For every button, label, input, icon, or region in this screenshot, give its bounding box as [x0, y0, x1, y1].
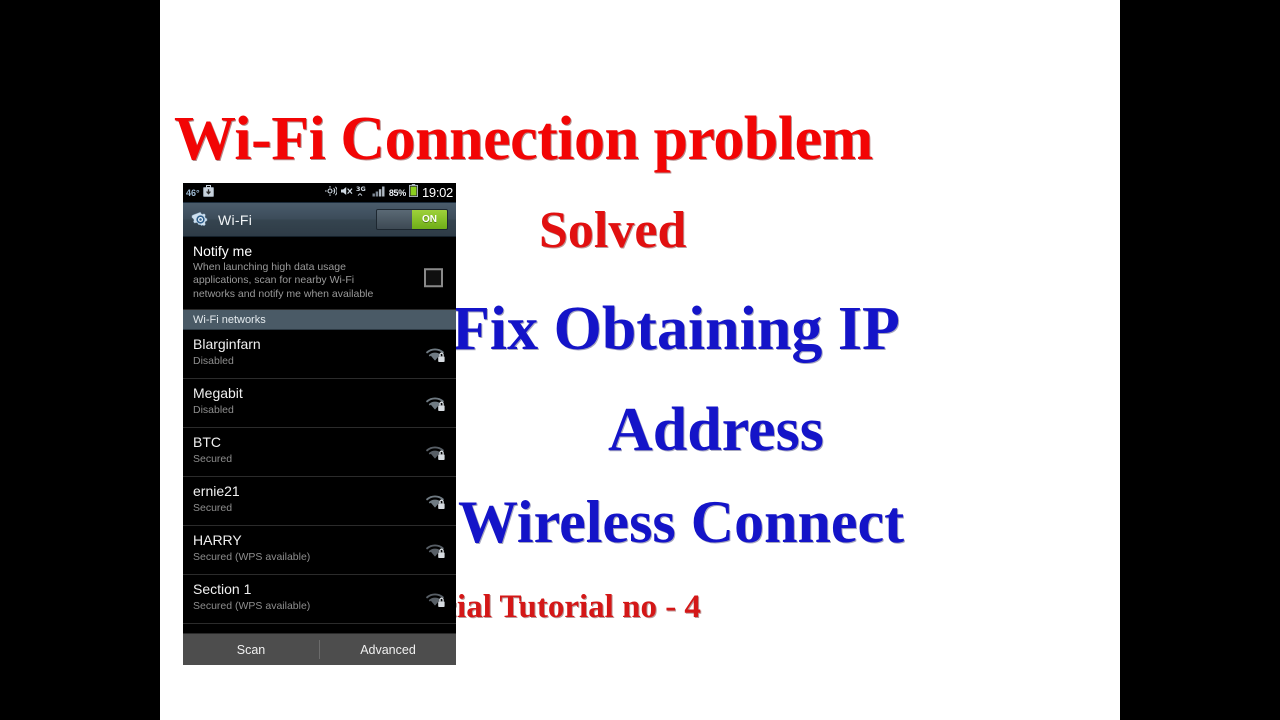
- toggle-off-track: [377, 210, 412, 229]
- network-ssid: Megabit: [193, 385, 243, 402]
- table-row[interactable]: BTC Secured: [183, 428, 456, 478]
- table-row[interactable]: ernie21 Secured: [183, 477, 456, 527]
- wifi-lock-icon: [424, 589, 446, 609]
- network-state: Secured: [193, 501, 233, 514]
- advanced-button[interactable]: Advanced: [320, 634, 456, 665]
- mute-icon: [340, 185, 353, 201]
- wifi-lock-icon: [424, 540, 446, 560]
- video-frame: Wi-Fi Connection problem Solved Fix Obta…: [0, 0, 1280, 720]
- content-canvas: Wi-Fi Connection problem Solved Fix Obta…: [160, 0, 1120, 720]
- subtitle-line-2: Address: [608, 396, 824, 464]
- title-line-1: Wi-Fi Connection problem: [174, 105, 873, 173]
- table-row[interactable]: HARRY Secured (WPS available): [183, 526, 456, 576]
- notify-me-description: When launching high data usage applicati…: [193, 261, 374, 300]
- status-bar-left: 46°: [186, 184, 214, 201]
- status-bar: 46° 3G 85% 19:02: [183, 183, 456, 203]
- battery-icon: [409, 184, 418, 201]
- download-icon: [202, 184, 214, 201]
- notify-me-checkbox[interactable]: [424, 268, 443, 288]
- battery-percent-label: 85%: [388, 187, 406, 198]
- wifi-lock-icon: [424, 491, 446, 511]
- page-title: Wi-Fi: [218, 211, 253, 228]
- wifi-on-off-toggle[interactable]: ON: [376, 209, 448, 230]
- subtitle-line-1: Fix Obtaining IP: [452, 295, 900, 363]
- 3g-network-icon: 3G: [356, 185, 369, 201]
- wifi-action-bar: Wi-Fi ON: [183, 203, 456, 237]
- gear-icon: [191, 210, 210, 229]
- vibrate-sound-icon: [323, 185, 338, 201]
- network-ssid: ernie21: [193, 483, 240, 500]
- table-row[interactable]: Megabit Disabled: [183, 379, 456, 429]
- subtitle-line-3: Wireless Connect: [458, 489, 905, 555]
- scan-button[interactable]: Scan: [183, 634, 319, 665]
- android-wifi-settings-screenshot: 46° 3G 85% 19:02 Wi-Fi ON Notify me When…: [183, 183, 456, 665]
- bottom-button-bar: Scan Advanced: [183, 633, 456, 665]
- wifi-network-list: Blarginfarn Disabled Megabit Disabled BT…: [183, 330, 456, 625]
- section-header-label: Wi-Fi networks: [193, 313, 266, 326]
- wifi-lock-icon: [424, 344, 446, 364]
- svg-text:3G: 3G: [356, 185, 366, 193]
- toggle-on-label: ON: [412, 210, 447, 229]
- network-state: Disabled: [193, 403, 234, 416]
- wifi-networks-section-header: Wi-Fi networks: [183, 310, 456, 331]
- network-ssid: BTC: [193, 434, 221, 451]
- network-ssid: Section 1: [193, 581, 252, 598]
- table-row[interactable]: Section 1 Secured (WPS available): [183, 575, 456, 625]
- status-bar-right: 3G 85% 19:02: [323, 184, 453, 201]
- network-ssid: HARRY: [193, 532, 242, 549]
- title-line-2: Solved: [539, 202, 687, 259]
- temperature-indicator: 46°: [186, 187, 200, 198]
- clock-label: 19:02: [421, 185, 453, 200]
- table-row[interactable]: Blarginfarn Disabled: [183, 330, 456, 380]
- network-ssid: Blarginfarn: [193, 336, 261, 353]
- network-state: Secured (WPS available): [193, 550, 311, 563]
- network-state: Disabled: [193, 354, 234, 367]
- wifi-lock-icon: [424, 393, 446, 413]
- network-state: Secured: [193, 452, 233, 465]
- wifi-lock-icon: [424, 442, 446, 462]
- network-state: Secured (WPS available): [193, 599, 311, 612]
- notify-me-title: Notify me: [193, 243, 253, 259]
- notify-me-setting-row[interactable]: Notify me When launching high data usage…: [183, 237, 456, 311]
- signal-bars-icon: [372, 185, 386, 201]
